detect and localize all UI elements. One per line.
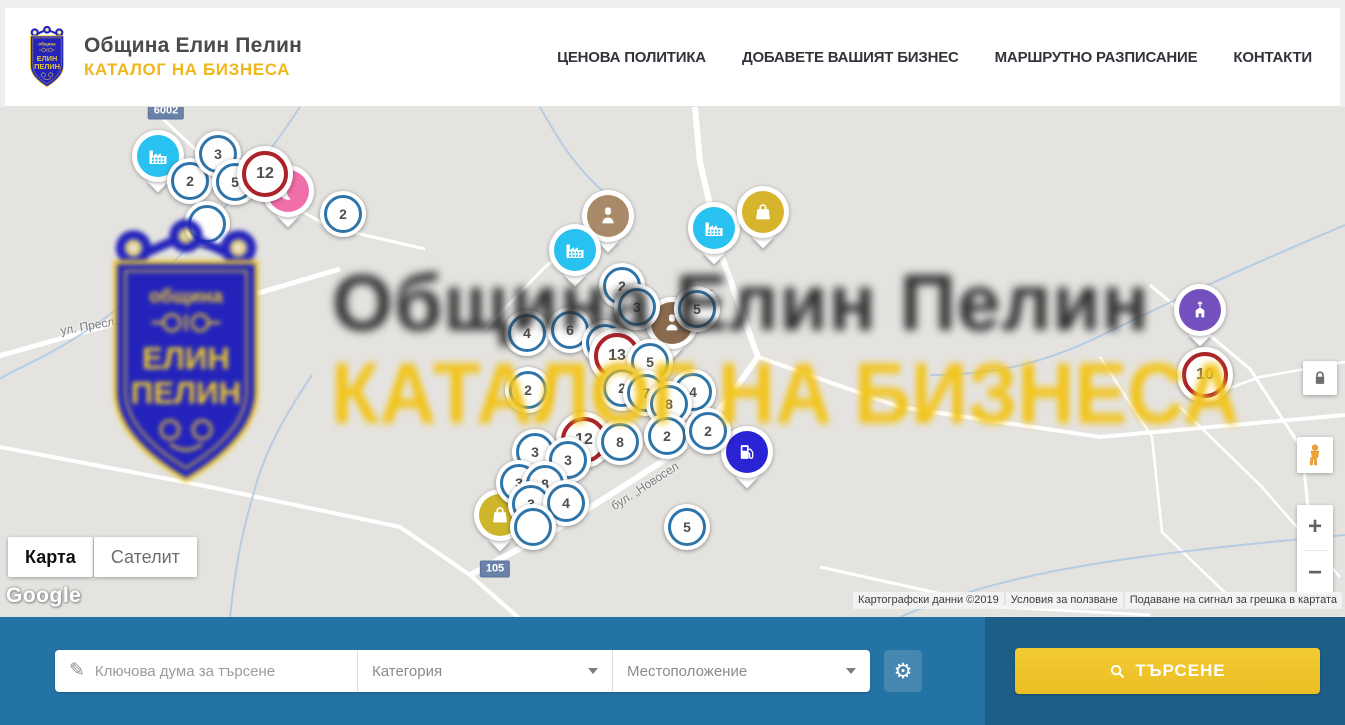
factory-icon: [554, 229, 596, 271]
cluster-count: 2: [509, 371, 547, 409]
map-cluster[interactable]: 2: [320, 191, 366, 237]
map-type-satellite-button[interactable]: Сателит: [94, 537, 197, 577]
lock-button[interactable]: [1303, 361, 1337, 395]
map-cluster[interactable]: 2: [644, 413, 690, 459]
nav-item-0[interactable]: ЦЕНОВА ПОЛИТИКА: [557, 49, 706, 66]
church-icon: [1179, 289, 1221, 331]
cluster-count: 5: [678, 290, 716, 328]
cluster-count: [188, 205, 226, 243]
map-cluster[interactable]: 5: [674, 286, 720, 332]
map-attribution: Картографски данни ©2019Условия за ползв…: [853, 592, 1342, 609]
map-pin-factory[interactable]: [688, 202, 740, 254]
brand[interactable]: община ЕЛИН ПЕЛИН Община Елин Пелин КАТА…: [5, 23, 302, 91]
keyword-section: ✎: [55, 650, 357, 692]
search-input-group: ✎ Категория Местоположение: [55, 650, 870, 692]
search-bar: ✎ Категория Местоположение ⚙ ТЪРСЕНЕ: [0, 617, 1345, 725]
cluster-count: 4: [508, 314, 546, 352]
map-cluster[interactable]: 8: [597, 419, 643, 465]
location-dropdown[interactable]: Местоположение: [613, 650, 870, 692]
svg-text:община: община: [38, 40, 56, 46]
cluster-count: 5: [668, 508, 706, 546]
pegman-icon: [1303, 442, 1327, 468]
map-canvas[interactable]: 6002105ул. Преславбул. „Новоселции" 2351…: [0, 107, 1345, 617]
cluster-count: 8: [601, 423, 639, 461]
map-cluster[interactable]: 10: [1177, 347, 1233, 403]
map-pin-church[interactable]: [1174, 284, 1226, 336]
search-button[interactable]: ТЪРСЕНЕ: [1015, 648, 1320, 694]
category-dropdown-label: Категория: [372, 663, 442, 680]
svg-text:ПЕЛИН: ПЕЛИН: [34, 62, 60, 71]
map-cluster[interactable]: 12: [237, 146, 293, 202]
brand-text: Община Елин Пелин КАТАЛОГ НА БИЗНЕСА: [84, 34, 302, 80]
attribution-terms[interactable]: Условия за ползване: [1006, 592, 1123, 609]
pencil-icon: ✎: [69, 659, 85, 682]
attribution-report[interactable]: Подаване на сигнал за грешка в картата: [1125, 592, 1342, 609]
zoom-out-button[interactable]: −: [1297, 551, 1333, 596]
search-button-label: ТЪРСЕНЕ: [1135, 661, 1225, 681]
cluster-count: 10: [1182, 352, 1228, 398]
map-pin-bag[interactable]: [737, 186, 789, 238]
map-cluster[interactable]: 5: [664, 504, 710, 550]
category-dropdown[interactable]: Категория: [358, 650, 612, 692]
zoom-in-button[interactable]: +: [1297, 505, 1333, 550]
advanced-search-button[interactable]: ⚙: [884, 650, 922, 692]
nav-item-2[interactable]: МАРШРУТНО РАЗПИСАНИЕ: [995, 49, 1198, 66]
bag-icon: [742, 191, 784, 233]
keyword-search-input[interactable]: [95, 663, 357, 680]
zoom-control: + −: [1297, 505, 1333, 595]
street-view-pegman-button[interactable]: [1297, 437, 1333, 473]
map-pin-factory[interactable]: [549, 224, 601, 276]
nav-item-1[interactable]: ДОБАВЕТЕ ВАШИЯТ БИЗНЕС: [742, 49, 959, 66]
google-logo[interactable]: Google: [6, 584, 81, 608]
cluster-count: 3: [618, 288, 656, 326]
map-cluster[interactable]: [510, 504, 556, 550]
cluster-count: 2: [689, 412, 727, 450]
municipality-crest-logo: община ЕЛИН ПЕЛИН: [22, 25, 72, 91]
lock-icon: [1310, 368, 1330, 388]
map-cluster[interactable]: 2: [685, 408, 731, 454]
site-subtitle: КАТАЛОГ НА БИЗНЕСА: [84, 60, 302, 80]
cluster-count: [514, 508, 552, 546]
marker-layer: 2351222354671352274812822333834510: [0, 107, 1345, 617]
attribution-copyright: Картографски данни ©2019: [853, 592, 1004, 609]
map-cluster[interactable]: [184, 201, 230, 247]
main-nav: ЦЕНОВА ПОЛИТИКА ДОБАВЕТЕ ВАШИЯТ БИЗНЕС МАР…: [557, 49, 1340, 66]
chevron-down-icon: [588, 668, 598, 674]
site-title: Община Елин Пелин: [84, 34, 302, 58]
map-cluster[interactable]: 4: [504, 310, 550, 356]
svg-text:ЕЛИН: ЕЛИН: [37, 54, 58, 63]
map-cluster[interactable]: 3: [614, 284, 660, 330]
cluster-count: 2: [324, 195, 362, 233]
map-type-map-button[interactable]: Карта: [8, 537, 93, 577]
gear-icon: ⚙: [894, 659, 913, 684]
fuel-icon: [726, 431, 768, 473]
nav-item-3[interactable]: КОНТАКТИ: [1233, 49, 1312, 66]
cluster-count: 12: [242, 151, 288, 197]
factory-icon: [693, 207, 735, 249]
search-icon: [1109, 663, 1126, 680]
map-type-control: Карта Сателит: [8, 537, 197, 577]
location-dropdown-label: Местоположение: [627, 663, 747, 680]
header: община ЕЛИН ПЕЛИН Община Елин Пелин КАТА…: [5, 8, 1340, 107]
cluster-count: 2: [648, 417, 686, 455]
map-cluster[interactable]: 2: [505, 367, 551, 413]
chevron-down-icon: [846, 668, 856, 674]
